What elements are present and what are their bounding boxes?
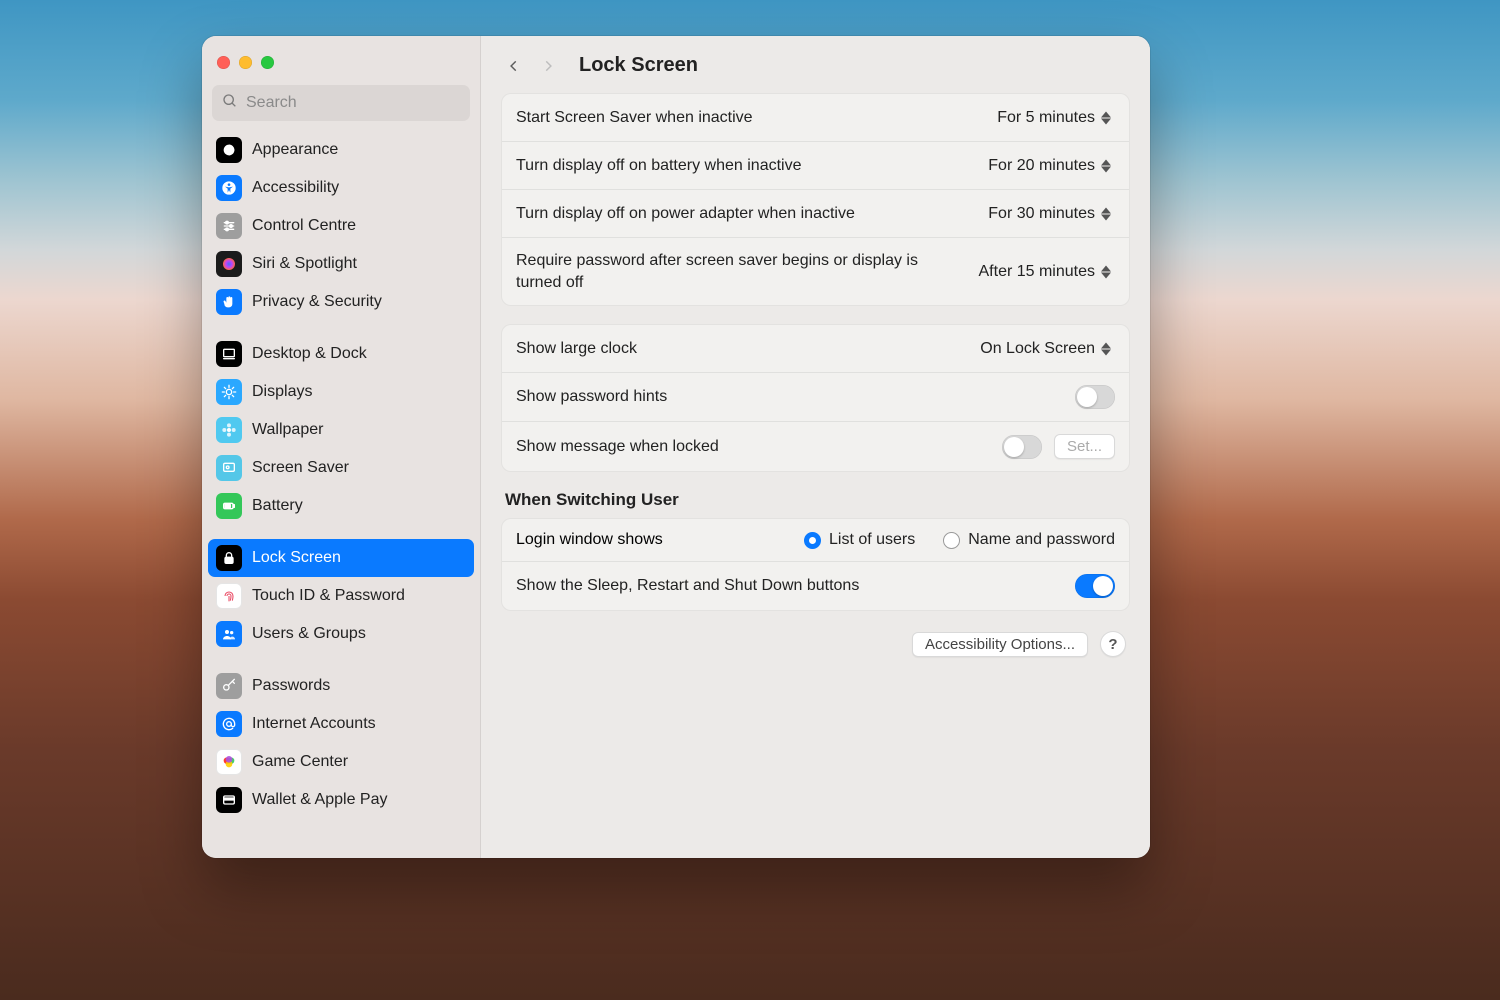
sidebar-item-wallpaper[interactable]: Wallpaper <box>208 411 474 449</box>
search-field[interactable] <box>212 85 470 121</box>
sidebar-list: Appearance Accessibility Control Centre Sir… <box>202 131 480 833</box>
sidebar-item-siri-spotlight[interactable]: Siri & Spotlight <box>208 245 474 283</box>
stepper-icon <box>1101 205 1115 223</box>
sidebar-item-label: Control Centre <box>252 212 356 240</box>
login-window-label: Login window shows <box>516 531 663 549</box>
stepper-icon <box>1101 109 1115 127</box>
sidebar-item-label: Internet Accounts <box>252 710 376 738</box>
desktop-icon <box>216 341 242 367</box>
stepper-icon <box>1101 340 1115 358</box>
at-icon <box>216 711 242 737</box>
sidebar: Appearance Accessibility Control Centre Sir… <box>202 36 481 858</box>
sidebar-item-control-centre[interactable]: Control Centre <box>208 207 474 245</box>
screen-saver-popup[interactable]: For 5 minutes <box>997 109 1115 127</box>
page-title: Lock Screen <box>579 54 698 77</box>
password-hints-toggle[interactable] <box>1075 385 1115 409</box>
window-controls <box>202 44 480 85</box>
siri-icon <box>216 251 242 277</box>
display-off-battery-label: Turn display off on battery when inactiv… <box>516 155 970 177</box>
login-window-radio-namepw[interactable]: Name and password <box>943 531 1115 549</box>
flower-icon <box>216 417 242 443</box>
accessibility-options-button[interactable]: Accessibility Options... <box>912 632 1088 657</box>
sidebar-item-label: Touch ID & Password <box>252 582 405 610</box>
sidebar-item-label: Wallet & Apple Pay <box>252 786 387 814</box>
help-button[interactable]: ? <box>1100 631 1126 657</box>
accessibility-icon <box>216 175 242 201</box>
search-icon <box>222 93 246 114</box>
sidebar-item-wallet-apple-pay[interactable]: Wallet & Apple Pay <box>208 781 474 819</box>
fingerprint-icon <box>216 583 242 609</box>
sidebar-item-desktop-dock[interactable]: Desktop & Dock <box>208 335 474 373</box>
sidebar-item-privacy-security[interactable]: Privacy & Security <box>208 283 474 321</box>
sidebar-item-label: Lock Screen <box>252 544 341 572</box>
set-message-button[interactable]: Set... <box>1054 434 1115 459</box>
show-message-toggle[interactable] <box>1002 435 1042 459</box>
sidebar-item-label: Displays <box>252 378 312 406</box>
display-off-power-popup[interactable]: For 30 minutes <box>988 205 1115 223</box>
gamecenter-icon <box>216 749 242 775</box>
sun-icon <box>216 379 242 405</box>
desktop-wallpaper: Appearance Accessibility Control Centre Sir… <box>0 0 1500 1000</box>
sidebar-item-lock-screen[interactable]: Lock Screen <box>208 539 474 577</box>
titlebar: Lock Screen <box>481 36 1150 89</box>
sidebar-item-label: Desktop & Dock <box>252 340 367 368</box>
sidebar-item-internet-accounts[interactable]: Internet Accounts <box>208 705 474 743</box>
sidebar-item-screen-saver[interactable]: Screen Saver <box>208 449 474 487</box>
display-off-power-label: Turn display off on power adapter when i… <box>516 203 970 225</box>
stepper-icon <box>1101 157 1115 175</box>
sidebar-item-appearance[interactable]: Appearance <box>208 131 474 169</box>
forward-button <box>539 57 557 75</box>
key-icon <box>216 673 242 699</box>
minimize-window-button[interactable] <box>239 56 252 69</box>
search-input[interactable] <box>246 94 460 112</box>
back-button[interactable] <box>505 57 523 75</box>
appearance-icon <box>216 137 242 163</box>
sidebar-item-battery[interactable]: Battery <box>208 487 474 525</box>
zoom-window-button[interactable] <box>261 56 274 69</box>
switching-user-heading: When Switching User <box>505 490 1126 510</box>
system-settings-window: Appearance Accessibility Control Centre Sir… <box>202 36 1150 858</box>
sidebar-item-label: Siri & Spotlight <box>252 250 357 278</box>
battery-icon <box>216 493 242 519</box>
close-window-button[interactable] <box>217 56 230 69</box>
sidebar-item-label: Battery <box>252 492 303 520</box>
main-content: Lock Screen Start Screen Saver when inac… <box>481 36 1150 858</box>
sidebar-item-label: Game Center <box>252 748 348 776</box>
sidebar-item-touch-id[interactable]: Touch ID & Password <box>208 577 474 615</box>
stepper-icon <box>1101 263 1115 281</box>
screensaver-icon <box>216 455 242 481</box>
sidebar-item-label: Privacy & Security <box>252 288 382 316</box>
sleep-buttons-label: Show the Sleep, Restart and Shut Down bu… <box>516 575 1057 597</box>
require-password-popup[interactable]: After 15 minutes <box>979 263 1116 281</box>
large-clock-label: Show large clock <box>516 338 962 360</box>
sliders-icon <box>216 213 242 239</box>
lock-display-group: Show large clock On Lock Screen Show pas… <box>501 324 1130 472</box>
sleep-buttons-toggle[interactable] <box>1075 574 1115 598</box>
sidebar-item-game-center[interactable]: Game Center <box>208 743 474 781</box>
lock-icon <box>216 545 242 571</box>
wallet-icon <box>216 787 242 813</box>
login-window-radio-list[interactable]: List of users <box>804 531 915 549</box>
sidebar-item-label: Passwords <box>252 672 330 700</box>
users-icon <box>216 621 242 647</box>
large-clock-popup[interactable]: On Lock Screen <box>980 340 1115 358</box>
sidebar-item-users-groups[interactable]: Users & Groups <box>208 615 474 653</box>
sidebar-item-label: Users & Groups <box>252 620 366 648</box>
timing-settings-group: Start Screen Saver when inactive For 5 m… <box>501 93 1130 306</box>
sidebar-item-displays[interactable]: Displays <box>208 373 474 411</box>
sidebar-item-accessibility[interactable]: Accessibility <box>208 169 474 207</box>
show-message-label: Show message when locked <box>516 436 984 458</box>
hand-icon <box>216 289 242 315</box>
display-off-battery-popup[interactable]: For 20 minutes <box>988 157 1115 175</box>
sidebar-item-label: Accessibility <box>252 174 339 202</box>
screen-saver-label: Start Screen Saver when inactive <box>516 107 979 129</box>
sidebar-item-label: Screen Saver <box>252 454 349 482</box>
require-password-label: Require password after screen saver begi… <box>516 250 961 293</box>
switching-user-group: Login window shows List of users Name an… <box>501 518 1130 611</box>
sidebar-item-label: Appearance <box>252 136 338 164</box>
sidebar-item-passwords[interactable]: Passwords <box>208 667 474 705</box>
password-hints-label: Show password hints <box>516 386 1057 408</box>
sidebar-item-label: Wallpaper <box>252 416 323 444</box>
